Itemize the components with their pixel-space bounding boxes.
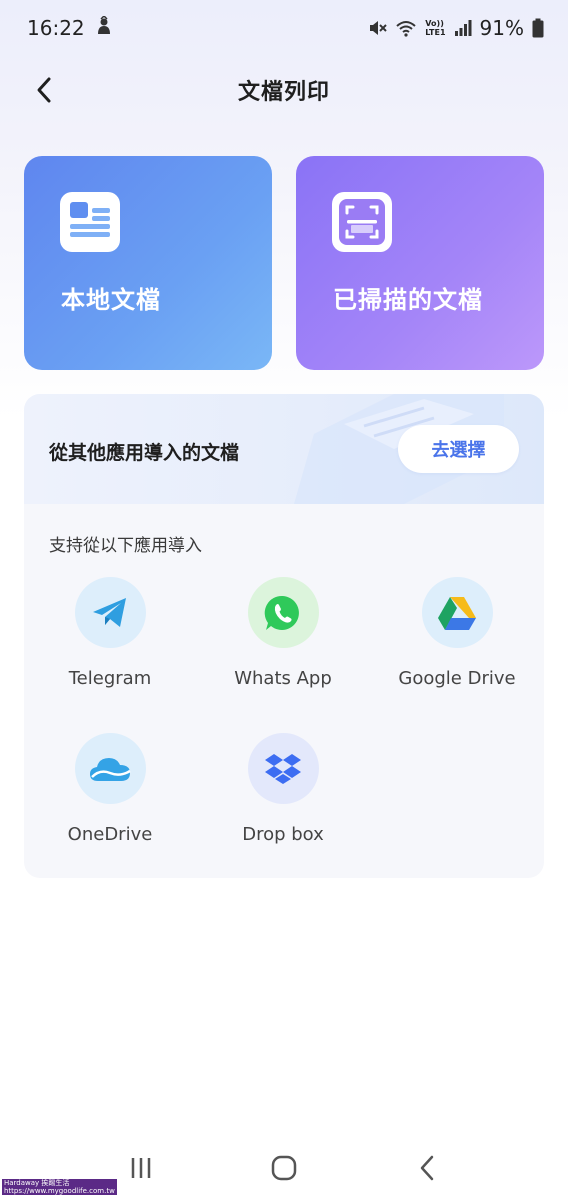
status-bar: 16:22 Vo)) LTE1 91%	[0, 0, 568, 56]
import-header: 從其他應用導入的文檔 去選擇	[24, 394, 544, 504]
system-back-button[interactable]	[397, 1143, 457, 1193]
app-bar: 文檔列印	[0, 60, 568, 120]
watermark: Hardaway 挨踢生活 https://www.mygoodlife.com…	[2, 1179, 117, 1195]
scanned-documents-card[interactable]: 已掃描的文檔	[296, 156, 544, 370]
document-icon	[60, 192, 120, 252]
chevron-left-icon	[37, 77, 51, 103]
page-title: 文檔列印	[237, 80, 330, 105]
home-button[interactable]	[254, 1143, 314, 1193]
choose-button[interactable]: 去選擇	[398, 425, 519, 473]
onedrive-icon	[74, 733, 146, 804]
wifi-icon	[395, 18, 417, 38]
app-item-telegram[interactable]: Telegram	[25, 577, 195, 707]
app-item-onedrive[interactable]: OneDrive	[25, 733, 195, 863]
home-icon	[271, 1155, 297, 1181]
whatsapp-icon	[247, 577, 319, 648]
scanned-documents-label: 已掃描的文檔	[333, 286, 483, 314]
app-label-whatsapp: Whats App	[234, 668, 332, 689]
app-label-onedrive: OneDrive	[67, 824, 153, 845]
signal-icon	[454, 19, 472, 37]
app-label-dropbox: Drop box	[242, 824, 324, 845]
app-item-whatsapp[interactable]: Whats App	[198, 577, 368, 707]
scan-icon	[332, 192, 392, 252]
app-item-google-drive[interactable]: Google Drive	[372, 577, 542, 707]
telegram-icon	[74, 577, 146, 648]
recent-apps-icon	[132, 1158, 151, 1178]
dropbox-icon	[247, 733, 319, 804]
notification-icon	[95, 14, 113, 41]
google-drive-icon	[421, 577, 493, 648]
page: 16:22 Vo)) LTE1 91% 文檔列印 本地文檔 已掃描的文檔 從其他…	[0, 0, 568, 1200]
import-subtitle: 支持從以下應用導入	[49, 536, 202, 556]
status-time: 16:22	[27, 16, 85, 40]
back-button[interactable]	[26, 72, 62, 108]
mute-icon	[367, 18, 387, 38]
lte-icon: Vo)) LTE1	[425, 19, 446, 37]
app-label-telegram: Telegram	[68, 668, 152, 689]
battery-percent: 91%	[479, 16, 524, 40]
import-panel: 從其他應用導入的文檔 去選擇 支持從以下應用導入 Telegram Whats …	[24, 394, 544, 878]
back-icon	[420, 1155, 433, 1181]
local-documents-label: 本地文檔	[61, 286, 161, 314]
app-item-dropbox[interactable]: Drop box	[198, 733, 368, 863]
battery-icon	[532, 18, 544, 38]
local-documents-card[interactable]: 本地文檔	[24, 156, 272, 370]
recent-apps-button[interactable]	[111, 1143, 171, 1193]
app-label-google-drive: Google Drive	[398, 668, 516, 689]
import-title: 從其他應用導入的文檔	[49, 442, 240, 464]
